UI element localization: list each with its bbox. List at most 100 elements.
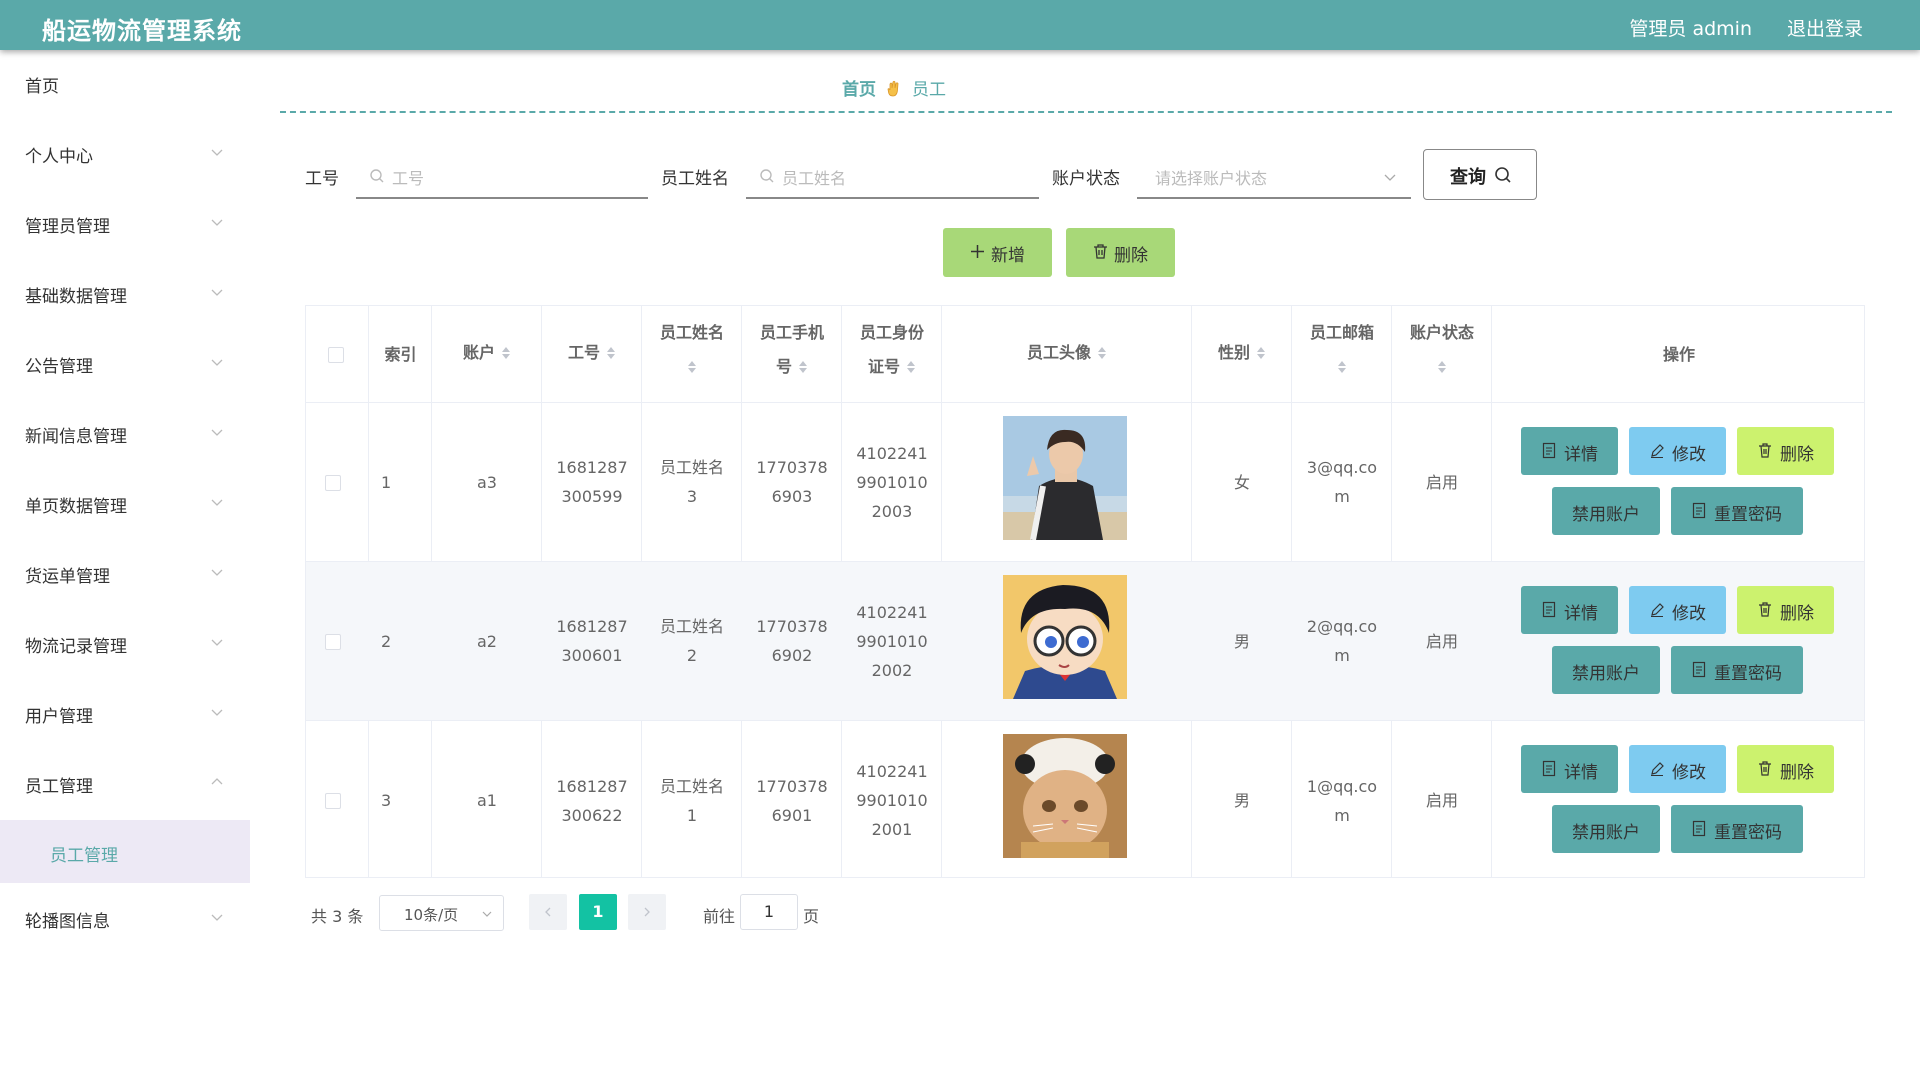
chevron-down-icon xyxy=(210,284,224,298)
cell-account: a1 xyxy=(477,791,497,810)
sidebar-item-waybill-mgmt[interactable]: 货运单管理 xyxy=(0,540,250,610)
document-icon xyxy=(1542,442,1556,459)
trash-icon xyxy=(1094,244,1107,259)
table-row: 1 a3 1681287 300599 员工姓名 3 1770378 6903 410… xyxy=(306,403,1864,562)
sort-icon[interactable] xyxy=(1337,359,1347,375)
document-icon xyxy=(1542,601,1556,618)
row-checkbox[interactable] xyxy=(325,793,341,809)
edit-button[interactable]: 修改 xyxy=(1629,586,1726,634)
disable-account-button[interactable]: 禁用账户 xyxy=(1552,487,1660,535)
detail-button[interactable]: 详情 xyxy=(1521,427,1618,475)
sort-icon[interactable] xyxy=(606,345,616,361)
edit-button[interactable]: 修改 xyxy=(1629,745,1726,793)
sidebar-item-personal-center[interactable]: 个人中心 xyxy=(0,120,250,190)
delete-button[interactable]: 删除 xyxy=(1737,427,1834,475)
header-operations: 操作 xyxy=(1662,345,1695,364)
reset-password-button[interactable]: 重置密码 xyxy=(1671,646,1803,694)
cell-status: 启用 xyxy=(1425,472,1458,492)
emp-no-label: 工号 xyxy=(305,169,339,189)
cell-phone: 1770378 6902 xyxy=(756,617,828,665)
sort-icon[interactable] xyxy=(501,345,511,361)
next-page-button[interactable] xyxy=(628,894,666,930)
cell-email: 1@qq.co m xyxy=(1306,776,1378,825)
emp-no-placeholder: 工号 xyxy=(392,169,425,188)
avatar-photo-cartoon[interactable] xyxy=(1003,575,1127,699)
sidebar-item-single-page[interactable]: 单页数据管理 xyxy=(0,470,250,540)
sidebar-item-employee-mgmt[interactable]: 员工管理 xyxy=(0,750,250,820)
delete-button[interactable]: 删除 xyxy=(1737,586,1834,634)
cell-gender: 男 xyxy=(1233,631,1250,651)
sort-icon[interactable] xyxy=(906,359,916,375)
header-id-number[interactable]: 员工身份 证号 xyxy=(842,316,942,384)
query-button[interactable]: 查询 xyxy=(1423,149,1537,200)
sort-icon[interactable] xyxy=(1256,345,1266,361)
breadcrumb-home[interactable]: 首页 xyxy=(842,80,876,100)
header-email[interactable]: 员工邮箱 xyxy=(1292,316,1392,384)
cell-phone: 1770378 6903 xyxy=(756,458,828,506)
delete-button-label: 删除 xyxy=(1780,445,1814,465)
chevron-down-icon xyxy=(482,911,492,917)
top-bar: 船运物流管理系统 管理员 admin 退出登录 xyxy=(0,0,1920,50)
account-status-select[interactable]: 请选择账户状态 xyxy=(1137,153,1411,199)
select-all-checkbox[interactable] xyxy=(328,347,344,363)
delete-button[interactable]: 删除 xyxy=(1737,745,1834,793)
disable-account-button[interactable]: 禁用账户 xyxy=(1552,646,1660,694)
goto-page-input[interactable]: 1 xyxy=(740,894,798,930)
chevron-down-icon xyxy=(210,704,224,718)
emp-name-search-input[interactable]: 员工姓名 xyxy=(746,153,1039,199)
disable-account-button[interactable]: 禁用账户 xyxy=(1552,805,1660,853)
edit-button-label: 修改 xyxy=(1672,604,1706,624)
sidebar-item-carousel[interactable]: 轮播图信息 xyxy=(0,885,250,955)
row-checkbox[interactable] xyxy=(325,475,341,491)
emp-name-label: 员工姓名 xyxy=(661,169,729,189)
cell-name: 员工姓名 3 xyxy=(659,458,724,506)
sidebar-item-admin-mgmt[interactable]: 管理员管理 xyxy=(0,190,250,260)
detail-button[interactable]: 详情 xyxy=(1521,586,1618,634)
sidebar-item-notice-mgmt[interactable]: 公告管理 xyxy=(0,330,250,400)
sort-icon[interactable] xyxy=(1097,345,1107,361)
search-icon xyxy=(759,168,775,184)
page-size-select[interactable]: 10条/页 xyxy=(379,895,504,931)
sidebar-item-logistics-record[interactable]: 物流记录管理 xyxy=(0,610,250,680)
cell-id-number: 4102241 9901010 2003 xyxy=(856,443,928,521)
batch-delete-label: 删除 xyxy=(1114,246,1148,266)
header-index: 索引 xyxy=(384,345,417,364)
avatar-photo-person[interactable] xyxy=(1003,416,1127,540)
sidebar-item-label: 个人中心 xyxy=(25,147,93,167)
sort-icon[interactable] xyxy=(798,359,808,375)
reset-password-button[interactable]: 重置密码 xyxy=(1671,805,1803,853)
add-button[interactable]: 新增 xyxy=(943,228,1052,277)
batch-delete-button[interactable]: 删除 xyxy=(1066,228,1175,277)
row-checkbox[interactable] xyxy=(325,634,341,650)
breadcrumb-divider xyxy=(280,111,1892,113)
reset-password-label: 重置密码 xyxy=(1714,664,1782,684)
page-number-current[interactable]: 1 xyxy=(579,894,617,930)
header-account[interactable]: 账户 xyxy=(432,336,542,370)
header-avatar[interactable]: 员工头像 xyxy=(942,336,1192,370)
detail-button[interactable]: 详情 xyxy=(1521,745,1618,793)
sidebar-item-basic-data[interactable]: 基础数据管理 xyxy=(0,260,250,330)
reset-password-button[interactable]: 重置密码 xyxy=(1671,487,1803,535)
sort-icon[interactable] xyxy=(1437,359,1447,375)
sidebar-subitem-employee-mgmt[interactable]: 员工管理 xyxy=(0,820,250,883)
header-name[interactable]: 员工姓名 xyxy=(642,316,742,384)
avatar-photo-cat[interactable] xyxy=(1003,734,1127,858)
pencil-icon xyxy=(1651,762,1664,776)
header-status[interactable]: 账户状态 xyxy=(1392,316,1492,384)
header-phone[interactable]: 员工手机号 xyxy=(742,316,842,384)
emp-no-search-input[interactable]: 工号 xyxy=(356,153,648,199)
header-gender[interactable]: 性别 xyxy=(1192,336,1292,370)
logout-link[interactable]: 退出登录 xyxy=(1787,14,1863,41)
header-emp-no[interactable]: 工号 xyxy=(542,336,642,370)
sidebar-item-news-mgmt[interactable]: 新闻信息管理 xyxy=(0,400,250,470)
cell-index: 2 xyxy=(381,631,392,651)
emp-name-placeholder: 员工姓名 xyxy=(782,169,847,188)
goto-label: 前往 xyxy=(703,907,736,926)
sort-icon[interactable] xyxy=(687,359,697,375)
edit-button[interactable]: 修改 xyxy=(1629,427,1726,475)
delete-button-label: 删除 xyxy=(1780,604,1814,624)
sidebar-item-home[interactable]: 首页 xyxy=(0,50,250,120)
chevron-down-icon xyxy=(210,214,224,228)
prev-page-button[interactable] xyxy=(529,894,567,930)
sidebar-item-user-mgmt[interactable]: 用户管理 xyxy=(0,680,250,750)
